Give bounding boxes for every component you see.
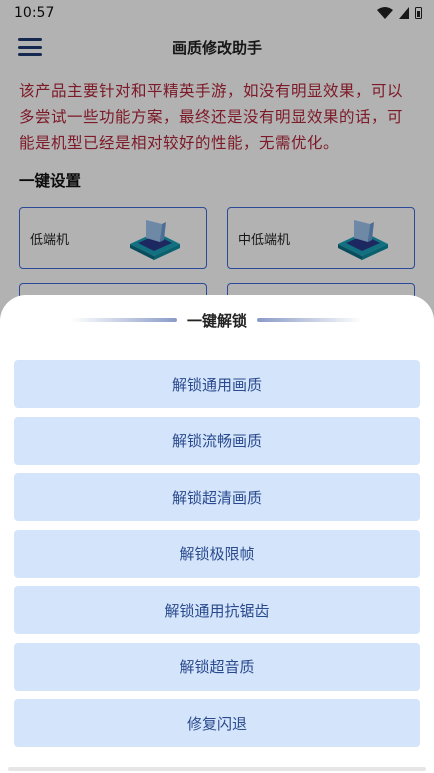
home-indicator: [8, 767, 426, 771]
unlock-general-quality-button[interactable]: 解锁通用画质: [14, 360, 420, 408]
sheet-header: 一键解锁: [0, 307, 434, 333]
unlock-extreme-fps-button[interactable]: 解锁极限帧: [14, 529, 420, 578]
unlock-options-list: 解锁通用画质 解锁流畅画质 解锁超清画质 解锁极限帧 解锁通用抗锯齿 解锁超音质…: [14, 360, 420, 747]
header-decoration-line: [70, 318, 177, 322]
unlock-hd-quality-button[interactable]: 解锁超清画质: [14, 473, 420, 521]
unlock-super-audio-button[interactable]: 解锁超音质: [14, 642, 420, 691]
sheet-title: 一键解锁: [186, 311, 247, 330]
fix-crash-button[interactable]: 修复闪退: [14, 699, 420, 747]
unlock-antialiasing-button[interactable]: 解锁通用抗锯齿: [14, 586, 420, 634]
unlock-smooth-quality-button[interactable]: 解锁流畅画质: [14, 416, 420, 465]
unlock-bottom-sheet: 一键解锁 解锁通用画质 解锁流畅画质 解锁超清画质 解锁极限帧 解锁通用抗锯齿 …: [0, 295, 434, 773]
header-decoration-line: [257, 318, 363, 322]
